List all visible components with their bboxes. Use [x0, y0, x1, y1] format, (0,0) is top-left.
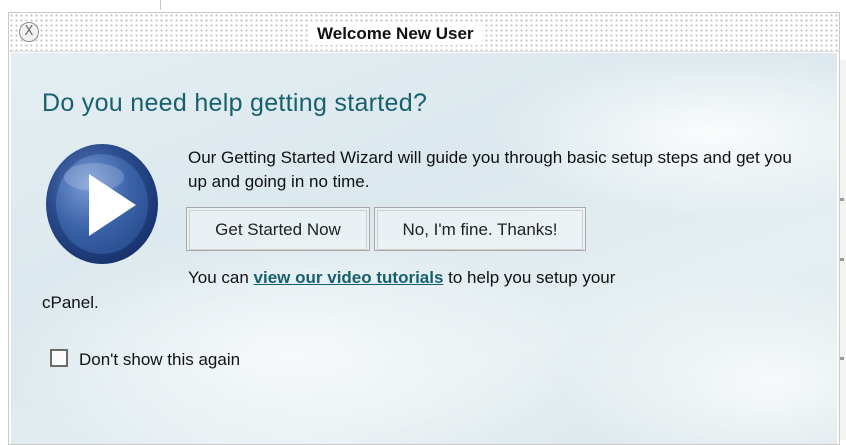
background-tick — [840, 198, 844, 201]
close-icon[interactable]: X — [19, 22, 39, 42]
tutorial-text-continued: cPanel. — [42, 293, 99, 312]
background-divider — [160, 0, 161, 10]
dialog-titlebar: X Welcome New User — [9, 13, 839, 52]
play-icon — [46, 144, 158, 264]
tutorial-prefix: You can — [188, 268, 254, 287]
tutorial-text: You can view our video tutorials to help… — [188, 266, 615, 290]
decline-button[interactable]: No, I'm fine. Thanks! — [374, 207, 586, 251]
background-tick — [840, 258, 844, 261]
wizard-description: Our Getting Started Wizard will guide yo… — [188, 148, 792, 191]
get-started-button-label: Get Started Now — [189, 210, 367, 250]
video-tutorials-link[interactable]: view our video tutorials — [254, 268, 444, 287]
dont-show-checkbox[interactable] — [50, 349, 68, 367]
dialog-heading: Do you need help getting started? — [42, 89, 428, 117]
get-started-button[interactable]: Get Started Now — [186, 207, 370, 251]
dont-show-label[interactable]: Don't show this again — [79, 348, 240, 372]
background-tick — [840, 357, 844, 360]
tutorial-suffix: to help you setup your — [443, 268, 616, 287]
decline-button-label: No, I'm fine. Thanks! — [377, 210, 583, 250]
dialog-title: Welcome New User — [309, 23, 482, 45]
